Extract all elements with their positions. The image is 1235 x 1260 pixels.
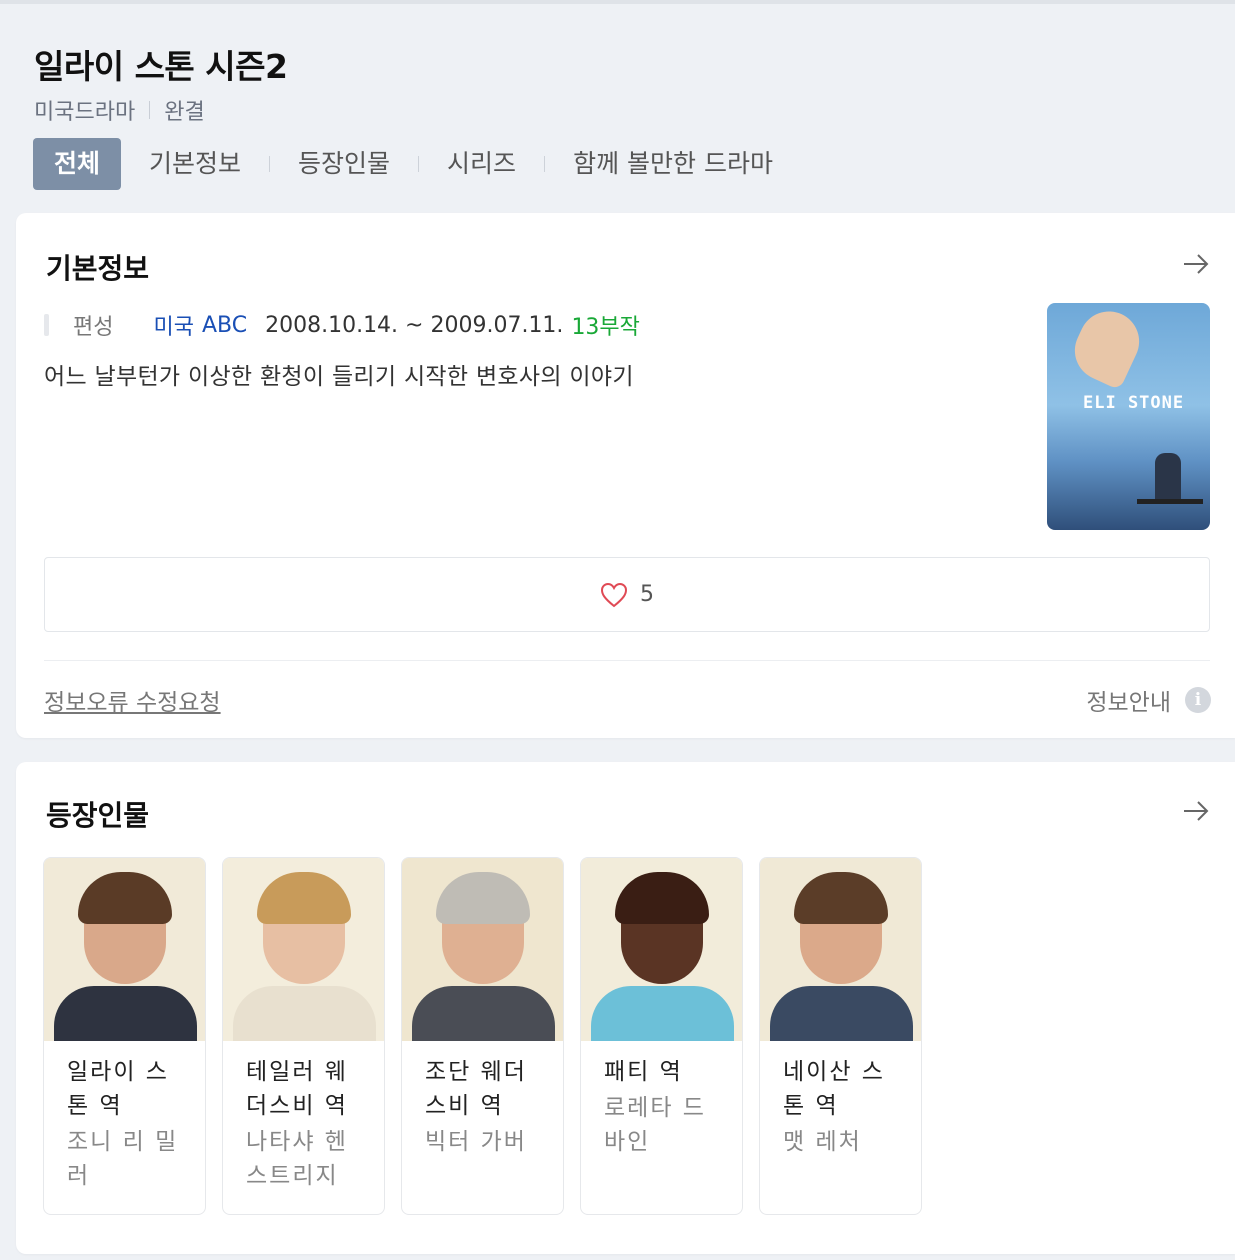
- status-text: 완결: [164, 100, 205, 125]
- cast-actor: 로레타 드바인: [604, 1095, 706, 1155]
- cast-member[interactable]: 조단 웨더스비 역 빅터 가버: [401, 857, 564, 1215]
- like-count: 5: [640, 582, 654, 607]
- synopsis: 어느 날부턴가 이상한 환청이 들리기 시작한 변호사의 이야기: [44, 364, 634, 390]
- photo-body: [412, 986, 555, 1041]
- info-guide-button[interactable]: 정보안내 i: [1086, 683, 1211, 717]
- broadcast-label: 편성: [73, 315, 114, 340]
- cast-actor: 조니 리 밀러: [67, 1129, 179, 1189]
- tab-cast[interactable]: 등장인물: [270, 138, 418, 190]
- top-border: [0, 0, 1235, 4]
- arrow-right-icon[interactable]: [1181, 796, 1211, 826]
- cast-role: 패티 역: [604, 1059, 683, 1085]
- basic-info-title: 기본정보: [46, 252, 150, 285]
- cast-card: 등장인물 일라이 스톤 역 조니 리 밀러 테일러 웨더스비 역 나타샤 헨스트…: [16, 762, 1235, 1254]
- poster-figure: [1155, 453, 1181, 503]
- tab-basic-info[interactable]: 기본정보: [121, 138, 269, 190]
- photo-body: [54, 986, 197, 1041]
- tab-all[interactable]: 전체: [33, 138, 122, 190]
- cast-photo: [760, 858, 921, 1041]
- photo-body: [591, 986, 734, 1041]
- cast-photo: [44, 858, 205, 1041]
- cast-role: 테일러 웨더스비 역: [246, 1059, 348, 1119]
- cast-role: 일라이 스톤 역: [67, 1059, 169, 1119]
- cast-actor: 맷 레처: [783, 1129, 862, 1155]
- poster-logo-text: ELI STONE: [1083, 393, 1185, 413]
- cast-list: 일라이 스톤 역 조니 리 밀러 테일러 웨더스비 역 나타샤 헨스트리지 조단…: [43, 857, 922, 1215]
- poster-bench: [1137, 499, 1203, 504]
- cast-role: 네이산 스톤 역: [783, 1059, 885, 1119]
- cast-member[interactable]: 테일러 웨더스비 역 나타샤 헨스트리지: [222, 857, 385, 1215]
- poster-hand: [1065, 303, 1149, 391]
- report-error-link[interactable]: 정보오류 수정요청: [44, 683, 221, 717]
- tab-recommended[interactable]: 함께 볼만한 드라마: [545, 138, 801, 190]
- info-guide-label: 정보안내: [1086, 690, 1171, 716]
- genre-text: 미국드라마: [34, 100, 136, 125]
- network-link[interactable]: ABC: [202, 313, 247, 338]
- photo-hair: [257, 872, 351, 924]
- subtitle-line: 미국드라마 완결: [34, 94, 205, 126]
- page-title: 일라이 스톤 시즌2: [34, 47, 288, 86]
- cast-member[interactable]: 네이산 스톤 역 맷 레처: [759, 857, 922, 1215]
- tab-series[interactable]: 시리즈: [419, 138, 544, 190]
- country-link[interactable]: 미국: [153, 309, 193, 341]
- photo-body: [233, 986, 376, 1041]
- basic-info-card: 기본정보 편성 미국 ABC 2008.10.14. ~ 2009.07.11.…: [16, 213, 1235, 738]
- cast-member[interactable]: 일라이 스톤 역 조니 리 밀러: [43, 857, 206, 1215]
- info-icon: i: [1185, 687, 1211, 713]
- cast-title: 등장인물: [46, 799, 150, 832]
- episode-count: 13부작: [571, 315, 640, 340]
- photo-hair: [436, 872, 530, 924]
- like-button[interactable]: 5: [44, 557, 1210, 632]
- photo-hair: [794, 872, 888, 924]
- photo-hair: [615, 872, 709, 924]
- divider: [44, 660, 1210, 661]
- photo-hair: [78, 872, 172, 924]
- cast-actor: 나타샤 헨스트리지: [246, 1129, 348, 1189]
- arrow-right-icon[interactable]: [1181, 249, 1211, 279]
- broadcast-period: 2008.10.14. ~ 2009.07.11.: [265, 312, 564, 338]
- cast-actor: 빅터 가버: [425, 1129, 527, 1155]
- cast-photo: [223, 858, 384, 1041]
- tab-bar: 전체 기본정보 등장인물 시리즈 함께 볼만한 드라마: [33, 138, 801, 190]
- meta-bar: [44, 314, 49, 336]
- photo-body: [770, 986, 913, 1041]
- cast-member[interactable]: 패티 역 로레타 드바인: [580, 857, 743, 1215]
- cast-role: 조단 웨더스비 역: [425, 1059, 527, 1119]
- broadcast-info: 편성 미국 ABC 2008.10.14. ~ 2009.07.11. 13부작: [44, 309, 640, 341]
- subtitle-divider: [149, 101, 151, 119]
- cast-photo: [402, 858, 563, 1041]
- heart-icon: [600, 582, 628, 607]
- cast-photo: [581, 858, 742, 1041]
- poster-image[interactable]: ELI STONE: [1047, 303, 1210, 530]
